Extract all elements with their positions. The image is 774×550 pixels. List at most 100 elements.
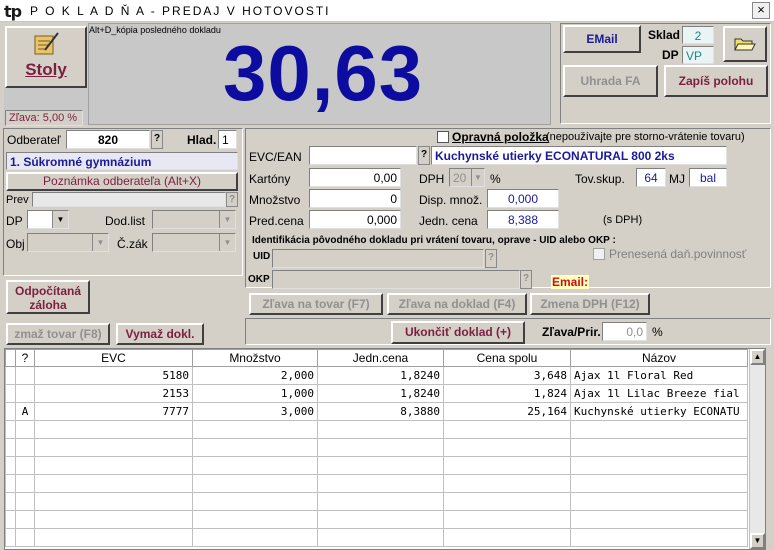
- hlad-label: Hlad.: [187, 133, 217, 147]
- uhrada-fa-button[interactable]: Uhrada FA: [563, 65, 658, 97]
- product-name: Kuchynské utierky ECONATURAL 800 2ks: [431, 146, 727, 165]
- evc-lookup-button[interactable]: ?: [418, 146, 430, 165]
- chevron-down-icon: ▼: [92, 234, 108, 251]
- opravna-note: (nepoužívajte pre storno-vrátenie tovaru…: [546, 131, 745, 143]
- zmena-dph-button[interactable]: Zmena DPH (F12): [530, 293, 650, 315]
- okp-label: OKP: [248, 274, 270, 285]
- chevron-down-icon: ▼: [219, 234, 235, 251]
- table-row[interactable]: 5180 2,000 1,8240 3,648 Ajax 1l Floral R…: [5, 366, 748, 385]
- table-row[interactable]: [5, 510, 748, 529]
- okp-input[interactable]: [272, 270, 520, 289]
- scroll-down-button[interactable]: ▼: [750, 533, 765, 549]
- column-header-cenaspolu[interactable]: Cena spolu: [443, 349, 571, 367]
- ident-label: Identifikácia pôvodného dokladu pri vrát…: [252, 235, 616, 246]
- open-folder-button[interactable]: [723, 26, 767, 62]
- zlava-tovar-button[interactable]: Zľava na tovar (F7): [249, 293, 383, 315]
- disp-label: Disp. množ.: [419, 193, 483, 207]
- stoly-button[interactable]: Stoly: [5, 26, 87, 88]
- evc-input[interactable]: [309, 146, 417, 165]
- obj-select[interactable]: ▼: [27, 233, 109, 252]
- dodlist-select[interactable]: ▼: [152, 210, 236, 229]
- total-amount: 30,63: [223, 29, 424, 117]
- window-title: P O K L A D Ň A - PREDAJ V HOTOVOSTI: [30, 4, 331, 18]
- prenesena-label: Prenesená daň.povinnosť: [609, 247, 747, 261]
- row-selector-header: [5, 349, 16, 367]
- sdph-label: (s DPH): [603, 214, 643, 226]
- cell-mnozstvo: 1,000: [192, 384, 318, 403]
- cell-nazov: Kuchynské utierky ECONATU: [570, 402, 748, 421]
- table-row[interactable]: 2153 1,000 1,8240 1,824 Ajax 1l Lilac Br…: [5, 384, 748, 403]
- cell-jedncena: 1,8240: [317, 366, 444, 385]
- prenesena-checkbox[interactable]: [593, 248, 605, 260]
- vertical-scrollbar[interactable]: ▲ ▼: [749, 349, 765, 549]
- prev-field[interactable]: [32, 192, 226, 207]
- kartony-input[interactable]: 0,00: [309, 168, 401, 187]
- customer-name: 1. Súkromné gymnázium: [6, 152, 238, 170]
- items-table: ? EVC Množstvo Jedn.cena Cena spolu Názo…: [5, 349, 748, 547]
- odpocitana-label: Odpočítaná záloha: [14, 284, 81, 312]
- cell-cenaspolu: 3,648: [443, 366, 571, 385]
- ukoncit-doklad-button[interactable]: Ukončiť doklad (+): [391, 321, 525, 344]
- mnozstvo-input[interactable]: 0: [309, 189, 401, 208]
- column-header-jedncena[interactable]: Jedn.cena: [317, 349, 444, 367]
- email-label: Email:: [551, 275, 590, 289]
- table-row[interactable]: [5, 528, 748, 547]
- opravna-label: Opravná položka: [452, 130, 549, 144]
- zlava-prir-input[interactable]: 0,0: [602, 322, 647, 341]
- opravna-checkbox[interactable]: [437, 131, 449, 143]
- table-row[interactable]: [5, 456, 748, 475]
- sklad-field[interactable]: 2: [682, 26, 714, 44]
- okp-lookup-button[interactable]: ?: [520, 270, 532, 289]
- uid-input[interactable]: [272, 249, 484, 268]
- tovskup-field: 64: [636, 168, 666, 187]
- row-selector[interactable]: [5, 384, 16, 403]
- zmaz-tovar-button[interactable]: zmaž tovar (F8): [6, 323, 110, 345]
- column-header-mnozstvo[interactable]: Množstvo: [192, 349, 318, 367]
- cell-jedncena: 1,8240: [317, 384, 444, 403]
- cell-mnozstvo: 2,000: [192, 366, 318, 385]
- uid-lookup-button[interactable]: ?: [485, 249, 497, 268]
- discount-display: Zľava: 5,00 %: [5, 110, 83, 126]
- prev-label: Prev: [6, 194, 29, 206]
- table-row[interactable]: [5, 474, 748, 493]
- odpocitana-zaloha-button[interactable]: Odpočítaná záloha: [6, 280, 90, 314]
- cell-evc: 7777: [34, 402, 193, 421]
- dp-field[interactable]: VP: [682, 46, 714, 64]
- column-header-evc[interactable]: EVC: [34, 349, 193, 367]
- zlava-prir-label: Zľava/Prir.: [542, 325, 601, 339]
- cell-evc: 2153: [34, 384, 193, 403]
- odberatel-field[interactable]: 820: [66, 130, 150, 149]
- chevron-down-icon: ▼: [471, 169, 484, 186]
- scroll-up-button[interactable]: ▲: [750, 349, 765, 365]
- hlad-field[interactable]: 1: [218, 130, 237, 149]
- table-row[interactable]: [5, 492, 748, 511]
- table-row[interactable]: A 7777 3,000 8,3880 25,164 Kuchynské uti…: [5, 402, 748, 421]
- odberatel-lookup-button[interactable]: ?: [151, 130, 163, 149]
- vymaz-dokl-button[interactable]: Vymaž dokl.: [116, 323, 204, 345]
- row-selector[interactable]: [5, 402, 16, 421]
- poznamka-button[interactable]: Poznámka odberateľa (Alt+X): [6, 172, 238, 191]
- cell-cenaspolu: 1,824: [443, 384, 571, 403]
- dodlist-label: Dod.list: [105, 214, 146, 228]
- column-header-flag[interactable]: ?: [15, 349, 35, 367]
- predcena-input[interactable]: 0,000: [309, 210, 401, 229]
- table-header-row: ? EVC Množstvo Jedn.cena Cena spolu Názo…: [5, 349, 748, 367]
- prev-lookup-button[interactable]: ?: [226, 192, 238, 207]
- email-button[interactable]: EMail: [563, 25, 641, 53]
- dph-select[interactable]: 20 ▼: [449, 168, 485, 187]
- mj-field: bal: [689, 168, 727, 187]
- dp-select[interactable]: ▼: [27, 210, 69, 229]
- table-row[interactable]: [5, 438, 748, 457]
- stoly-label: Stoly: [25, 60, 67, 79]
- czak-select[interactable]: ▼: [152, 233, 236, 252]
- disp-field: 0,000: [487, 189, 559, 208]
- zlava-doklad-button[interactable]: Zľava na doklad (F4): [387, 293, 527, 315]
- row-selector[interactable]: [5, 366, 16, 385]
- zapis-polohu-button[interactable]: Zapíš polohu: [664, 65, 768, 97]
- close-button[interactable]: ×: [752, 2, 770, 19]
- cell-nazov: Ajax 1l Lilac Breeze fial: [570, 384, 748, 403]
- column-header-nazov[interactable]: Názov: [570, 349, 748, 367]
- dph-value: 20: [453, 171, 467, 185]
- kartony-label: Kartóny: [249, 172, 291, 186]
- table-row[interactable]: [5, 420, 748, 439]
